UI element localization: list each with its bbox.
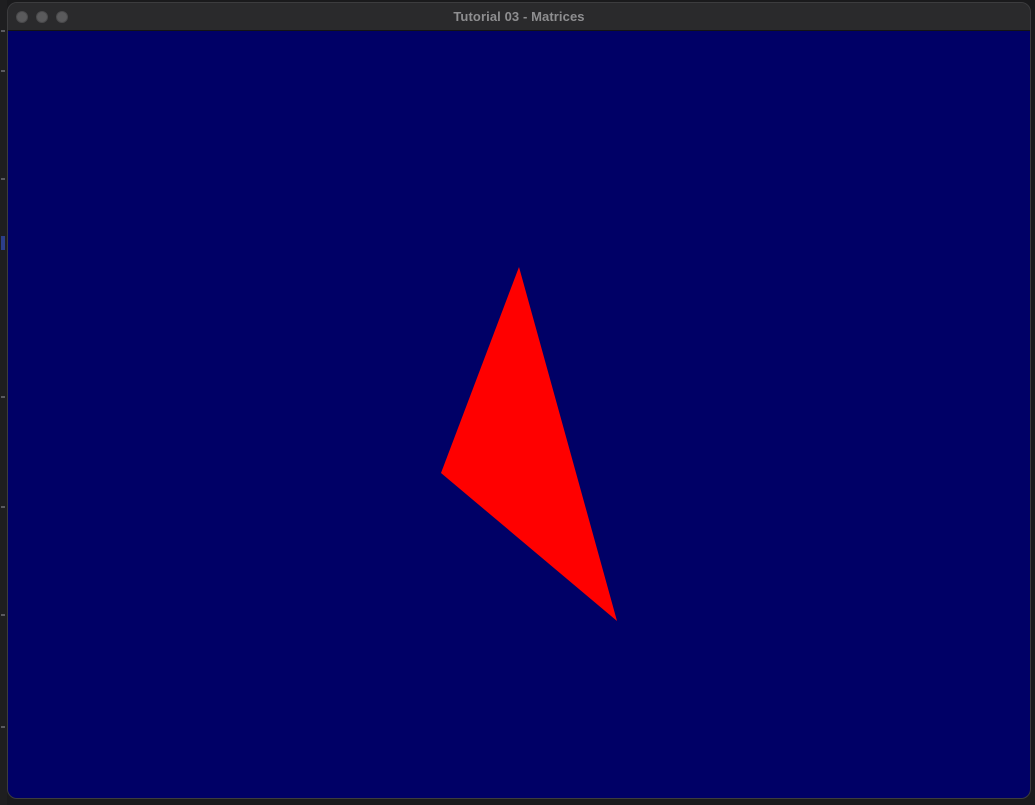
background-marker bbox=[1, 70, 5, 72]
background-marker bbox=[1, 614, 5, 616]
background-marker bbox=[1, 726, 5, 728]
window-title: Tutorial 03 - Matrices bbox=[453, 9, 585, 24]
background-marker bbox=[1, 30, 5, 32]
background-window-edge bbox=[0, 0, 7, 805]
red-triangle bbox=[441, 267, 617, 621]
background-marker bbox=[1, 506, 5, 508]
render-canvas bbox=[441, 267, 617, 621]
background-marker bbox=[1, 396, 5, 398]
background-marker bbox=[1, 236, 5, 250]
title-bar[interactable]: Tutorial 03 - Matrices bbox=[8, 3, 1030, 31]
background-marker bbox=[1, 178, 5, 180]
opengl-viewport[interactable] bbox=[8, 31, 1030, 798]
app-window: Tutorial 03 - Matrices bbox=[7, 2, 1031, 799]
